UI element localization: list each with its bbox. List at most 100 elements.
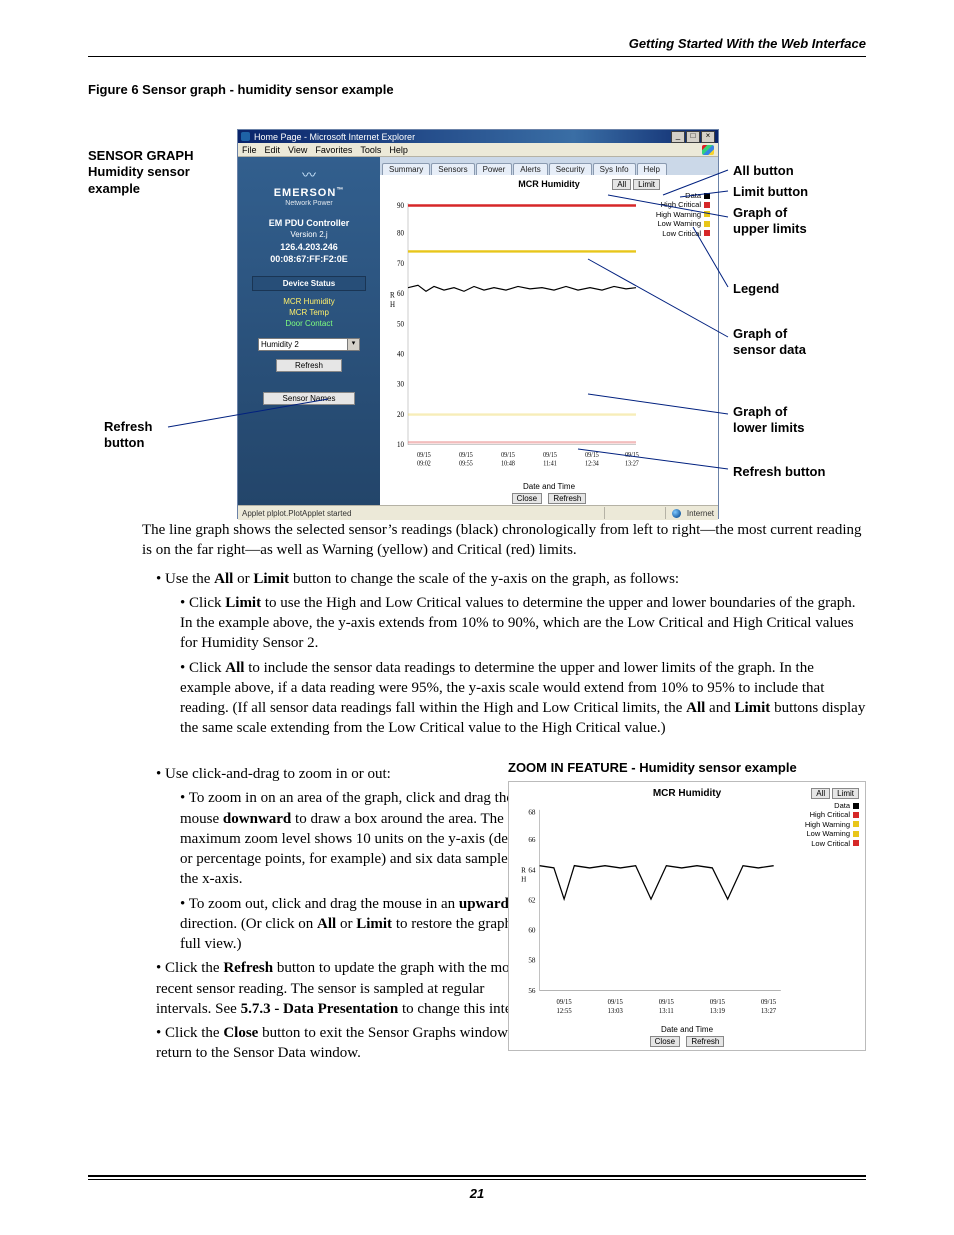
globe-icon <box>672 509 681 518</box>
tab-row: Summary Sensors Power Alerts Security Sy… <box>380 157 718 175</box>
figure-caption: Figure 6 Sensor graph - humidity sensor … <box>88 82 866 97</box>
refresh-button[interactable]: Refresh <box>548 493 586 504</box>
status-right: Internet <box>687 509 714 518</box>
svg-text:09/15: 09/15 <box>459 451 473 459</box>
callout-lower-limits: Graph of lower limits <box>733 404 873 435</box>
svg-text:09/15: 09/15 <box>608 998 624 1006</box>
maximize-button[interactable]: □ <box>686 131 700 143</box>
logo-subtitle: Network Power <box>285 200 332 207</box>
svg-text:56: 56 <box>528 985 535 994</box>
zoom-legend: Data High Critical High Warning Low Warn… <box>789 801 861 1024</box>
bullet-scale: Use the All or Limit button to change th… <box>156 569 866 739</box>
footer-rule-thick <box>88 1175 866 1177</box>
sensor-names-button[interactable]: Sensor Names <box>263 392 355 405</box>
svg-text:09:55: 09:55 <box>459 460 473 468</box>
x-axis-label: Date and Time <box>386 482 712 491</box>
tab-help[interactable]: Help <box>637 163 667 175</box>
tab-sysinfo[interactable]: Sys Info <box>593 163 636 175</box>
tab-security[interactable]: Security <box>549 163 592 175</box>
window-titlebar: Home Page - Microsoft Internet Explorer … <box>238 130 718 143</box>
body-text: The line graph shows the selected sensor… <box>142 520 866 747</box>
zoom-plot-title: MCR Humidity <box>513 788 861 799</box>
zoom-plot-panel: All Limit MCR Humidity 56 58 60 62 64 <box>508 781 866 1051</box>
tab-sensors[interactable]: Sensors <box>431 163 474 175</box>
svg-text:11:41: 11:41 <box>543 460 556 468</box>
svg-text:68: 68 <box>528 807 535 816</box>
svg-text:09/15: 09/15 <box>659 998 675 1006</box>
status-bar: Applet plplot.PlotApplet started Interne… <box>238 505 718 520</box>
svg-text:58: 58 <box>528 955 535 964</box>
callout-limit-button: Limit button <box>733 184 873 200</box>
svg-text:09/15: 09/15 <box>501 451 515 459</box>
callout-legend: Legend <box>733 281 873 297</box>
svg-text:50: 50 <box>397 319 404 329</box>
callout-refresh-right: Refresh button <box>733 464 873 480</box>
svg-text:80: 80 <box>397 228 404 238</box>
svg-text:09/15: 09/15 <box>585 451 599 459</box>
callout-title-left: SENSOR GRAPH Humidity sensor example <box>88 148 228 197</box>
zoom-refresh-button[interactable]: Refresh <box>686 1036 724 1047</box>
svg-text:90: 90 <box>397 200 404 210</box>
limit-button[interactable]: Limit <box>633 179 660 190</box>
zoom-all-button[interactable]: All <box>811 788 830 799</box>
sensor-select[interactable]: Humidity 2 ▾ <box>258 338 360 351</box>
tab-power[interactable]: Power <box>476 163 513 175</box>
svg-text:40: 40 <box>397 349 404 359</box>
plot-title: MCR Humidity <box>386 179 712 189</box>
device-item[interactable]: Door Contact <box>283 319 335 328</box>
figure-6-area: SENSOR GRAPH Humidity sensor example Ref… <box>88 109 866 519</box>
bullet-close: Click the Close button to exit the Senso… <box>156 1023 542 1064</box>
page-number: 21 <box>0 1186 954 1201</box>
svg-text:09/15: 09/15 <box>710 998 726 1006</box>
footer-rule-thin <box>88 1179 866 1180</box>
device-status-badge[interactable]: Device Status <box>252 276 366 291</box>
zoom-limit-button[interactable]: Limit <box>832 788 859 799</box>
svg-text:13:27: 13:27 <box>761 1007 777 1015</box>
svg-text:13:19: 13:19 <box>710 1007 726 1015</box>
plot-panel: All Limit MCR Humidity <box>380 175 718 505</box>
callout-refresh-left: Refresh button <box>104 419 184 452</box>
svg-text:60: 60 <box>397 288 404 298</box>
svg-text:30: 30 <box>397 379 404 389</box>
body-text-wrapped: Use click-and-drag to zoom in or out: To… <box>142 760 542 1072</box>
svg-text:66: 66 <box>528 835 535 844</box>
browser-window: Home Page - Microsoft Internet Explorer … <box>237 129 719 519</box>
zoom-chart[interactable]: 56 58 60 62 64 66 68 R H 09/1512:55 09/1… <box>513 801 789 1024</box>
top-rule <box>88 56 866 57</box>
svg-text:70: 70 <box>397 258 404 268</box>
ie-icon <box>241 132 250 141</box>
svg-text:09/15: 09/15 <box>543 451 557 459</box>
menu-items[interactable]: FileEditViewFavoritesToolsHelp <box>242 145 416 155</box>
svg-text:10: 10 <box>397 440 404 450</box>
status-left: Applet plplot.PlotApplet started <box>242 509 351 518</box>
page-header-right: Getting Started With the Web Interface <box>629 36 866 51</box>
sensor-chart[interactable]: 10 20 30 40 50 60 70 80 90 <box>386 191 646 481</box>
svg-text:62: 62 <box>528 895 535 904</box>
chevron-down-icon[interactable]: ▾ <box>347 339 359 350</box>
device-item[interactable]: MCR Humidity <box>283 297 335 306</box>
sidebar-refresh-button[interactable]: Refresh <box>276 359 342 372</box>
svg-text:09/15: 09/15 <box>557 998 573 1006</box>
svg-text:09/15: 09/15 <box>417 451 431 459</box>
zoom-title: ZOOM IN FEATURE - Humidity sensor exampl… <box>508 760 866 775</box>
intro-paragraph: The line graph shows the selected sensor… <box>142 520 866 561</box>
callout-all-button: All button <box>733 163 873 179</box>
tab-alerts[interactable]: Alerts <box>513 163 547 175</box>
svg-text:12:55: 12:55 <box>557 1007 573 1015</box>
callout-upper-limits: Graph of upper limits <box>733 205 873 236</box>
bullet-refresh: Click the Refresh button to update the g… <box>156 958 542 1019</box>
device-item[interactable]: MCR Temp <box>283 308 335 317</box>
main-panel: Summary Sensors Power Alerts Security Sy… <box>380 157 718 505</box>
windows-flag-icon <box>702 145 714 155</box>
close-button[interactable]: Close <box>512 493 542 504</box>
svg-text:13:11: 13:11 <box>659 1007 674 1015</box>
zoom-close-button[interactable]: Close <box>650 1036 680 1047</box>
minimize-button[interactable]: _ <box>671 131 685 143</box>
all-button[interactable]: All <box>612 179 631 190</box>
svg-text:64: 64 <box>528 865 535 874</box>
logo-text: EMERSON™ <box>274 187 345 199</box>
svg-text:60: 60 <box>528 925 535 934</box>
close-window-button[interactable]: × <box>701 131 715 143</box>
zoom-x-axis-label: Date and Time <box>513 1025 861 1034</box>
tab-summary[interactable]: Summary <box>382 163 430 175</box>
